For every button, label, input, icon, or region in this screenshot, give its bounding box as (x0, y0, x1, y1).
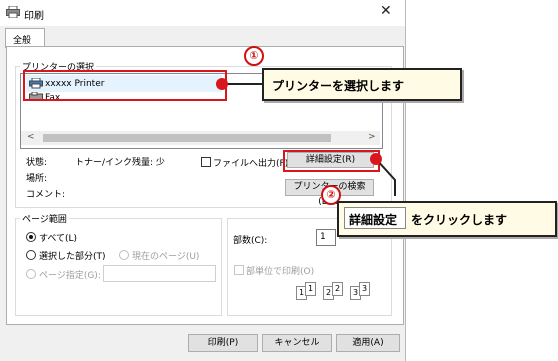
step-2-button-sample: 詳細設定 (344, 207, 406, 229)
connector-dot-2 (370, 153, 382, 165)
step-2-button-label: 詳細設定 (349, 213, 398, 227)
annotation-connectors (216, 78, 396, 196)
connector-dot-1 (216, 78, 228, 90)
step-1-number: ① (244, 46, 264, 66)
step-1-callout: プリンターを選択します (262, 68, 462, 101)
step-1-text: プリンターを選択します (272, 79, 405, 93)
step-2-callout: 詳細設定 をクリックします (337, 201, 557, 237)
step-2-text: をクリックします (411, 213, 508, 227)
connector-line-2 (375, 158, 396, 196)
